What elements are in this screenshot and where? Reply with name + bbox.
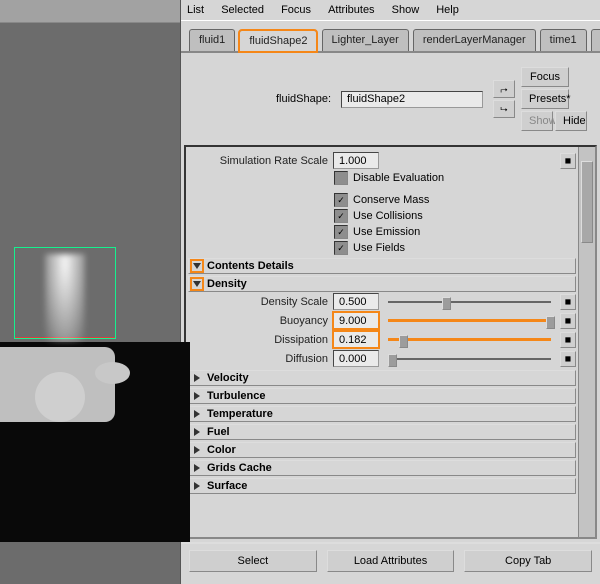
- section-fuel[interactable]: Fuel: [188, 424, 576, 440]
- buoyancy-label: Buoyancy: [188, 315, 328, 327]
- use-emission-label: Use Emission: [353, 226, 420, 238]
- section-turbulence[interactable]: Turbulence: [188, 388, 576, 404]
- dissipation-label: Dissipation: [188, 334, 328, 346]
- section-temperature-label: Temperature: [207, 408, 273, 420]
- fluid-plume: [45, 254, 85, 342]
- twisty-right-icon[interactable]: [191, 480, 203, 492]
- density-scale-map-icon[interactable]: ◼: [560, 294, 576, 310]
- twisty-down-icon[interactable]: [191, 278, 203, 290]
- select-button[interactable]: Select: [189, 550, 317, 572]
- menu-attributes[interactable]: Attributes: [328, 4, 374, 16]
- scrollbar-thumb[interactable]: [581, 161, 593, 243]
- twisty-right-icon[interactable]: [191, 426, 203, 438]
- go-to-input-icon[interactable]: ⮣: [493, 80, 515, 98]
- node-header: fluidShape: ⮣ ⮡ Focus Presets* Show Hide: [181, 53, 600, 145]
- tab-fluidshape2[interactable]: fluidShape2: [239, 30, 317, 52]
- section-temperature[interactable]: Temperature: [188, 406, 576, 422]
- diffusion-slider[interactable]: [388, 352, 551, 366]
- conserve-mass-checkbox[interactable]: [334, 193, 348, 207]
- copy-tab-button[interactable]: Copy Tab: [464, 550, 592, 572]
- buoyancy-map-icon[interactable]: ◼: [560, 313, 576, 329]
- section-color-label: Color: [207, 444, 236, 456]
- vertical-scrollbar[interactable]: [578, 147, 595, 537]
- section-grids-label: Grids Cache: [207, 462, 272, 474]
- menu-show[interactable]: Show: [392, 4, 420, 16]
- show-button[interactable]: Show: [521, 111, 553, 131]
- twisty-down-icon[interactable]: [191, 260, 203, 272]
- twisty-right-icon[interactable]: [191, 390, 203, 402]
- use-emission-checkbox[interactable]: [334, 225, 348, 239]
- viewport-panel: [0, 0, 181, 584]
- focus-button[interactable]: Focus: [521, 67, 569, 87]
- section-density[interactable]: Density: [188, 276, 576, 292]
- attribute-editor: List Selected Focus Attributes Show Help…: [181, 0, 600, 584]
- node-type-label: fluidShape:: [187, 93, 335, 105]
- tab-fluidemitter1[interactable]: fluidEmitter1: [591, 29, 600, 51]
- use-collisions-label: Use Collisions: [353, 210, 423, 222]
- presets-button[interactable]: Presets*: [521, 89, 569, 109]
- sim-rate-map-icon[interactable]: ◼: [560, 153, 576, 169]
- twisty-right-icon[interactable]: [191, 444, 203, 456]
- load-attributes-button[interactable]: Load Attributes: [327, 550, 455, 572]
- section-surface[interactable]: Surface: [188, 478, 576, 494]
- disable-eval-label: Disable Evaluation: [353, 172, 444, 184]
- density-scale-label: Density Scale: [188, 296, 328, 308]
- twisty-right-icon[interactable]: [191, 372, 203, 384]
- use-fields-checkbox[interactable]: [334, 241, 348, 255]
- section-velocity-label: Velocity: [207, 372, 249, 384]
- attributes-body: Simulation Rate Scale ◼ Disable Evaluati…: [186, 147, 578, 537]
- node-tabs: fluid1 fluidShape2 Lighter_Layer renderL…: [181, 21, 600, 53]
- dissipation-input[interactable]: [333, 331, 379, 348]
- tab-time1[interactable]: time1: [540, 29, 587, 51]
- density-scale-slider[interactable]: [388, 295, 551, 309]
- menu-focus[interactable]: Focus: [281, 4, 311, 16]
- hide-button[interactable]: Hide: [555, 111, 587, 131]
- tab-renderlayermanager[interactable]: renderLayerManager: [413, 29, 536, 51]
- section-turbulence-label: Turbulence: [207, 390, 265, 402]
- dissipation-slider[interactable]: [388, 333, 551, 347]
- buoyancy-slider[interactable]: [388, 314, 551, 328]
- buoyancy-input[interactable]: [333, 312, 379, 329]
- viewport-toolbar: [0, 0, 180, 23]
- menu-list[interactable]: List: [187, 4, 204, 16]
- use-collisions-checkbox[interactable]: [334, 209, 348, 223]
- twisty-right-icon[interactable]: [191, 462, 203, 474]
- go-to-output-icon[interactable]: ⮡: [493, 100, 515, 118]
- menu-help[interactable]: Help: [436, 4, 459, 16]
- section-velocity[interactable]: Velocity: [188, 370, 576, 386]
- section-contents-label: Contents Details: [207, 260, 294, 272]
- twisty-right-icon[interactable]: [191, 408, 203, 420]
- diffusion-input[interactable]: [333, 350, 379, 367]
- conserve-mass-label: Conserve Mass: [353, 194, 429, 206]
- section-surface-label: Surface: [207, 480, 247, 492]
- section-density-label: Density: [207, 278, 247, 290]
- section-grids-cache[interactable]: Grids Cache: [188, 460, 576, 476]
- diffusion-label: Diffusion: [188, 353, 328, 365]
- sim-rate-input[interactable]: [333, 152, 379, 169]
- sim-rate-label: Simulation Rate Scale: [188, 155, 328, 167]
- section-color[interactable]: Color: [188, 442, 576, 458]
- viewport-scene[interactable]: [0, 22, 180, 584]
- section-contents-details[interactable]: Contents Details: [188, 258, 576, 274]
- node-name-input[interactable]: [341, 91, 483, 108]
- menu-bar: List Selected Focus Attributes Show Help: [181, 0, 600, 21]
- disable-eval-checkbox[interactable]: [334, 171, 348, 185]
- menu-selected[interactable]: Selected: [221, 4, 264, 16]
- diffusion-map-icon[interactable]: ◼: [560, 351, 576, 367]
- dissipation-map-icon[interactable]: ◼: [560, 332, 576, 348]
- tab-lighter-layer[interactable]: Lighter_Layer: [322, 29, 409, 51]
- section-fuel-label: Fuel: [207, 426, 230, 438]
- tab-fluid1[interactable]: fluid1: [189, 29, 235, 51]
- bottom-buttons: Select Load Attributes Copy Tab: [181, 542, 600, 584]
- use-fields-label: Use Fields: [353, 242, 405, 254]
- density-scale-input[interactable]: [333, 293, 379, 310]
